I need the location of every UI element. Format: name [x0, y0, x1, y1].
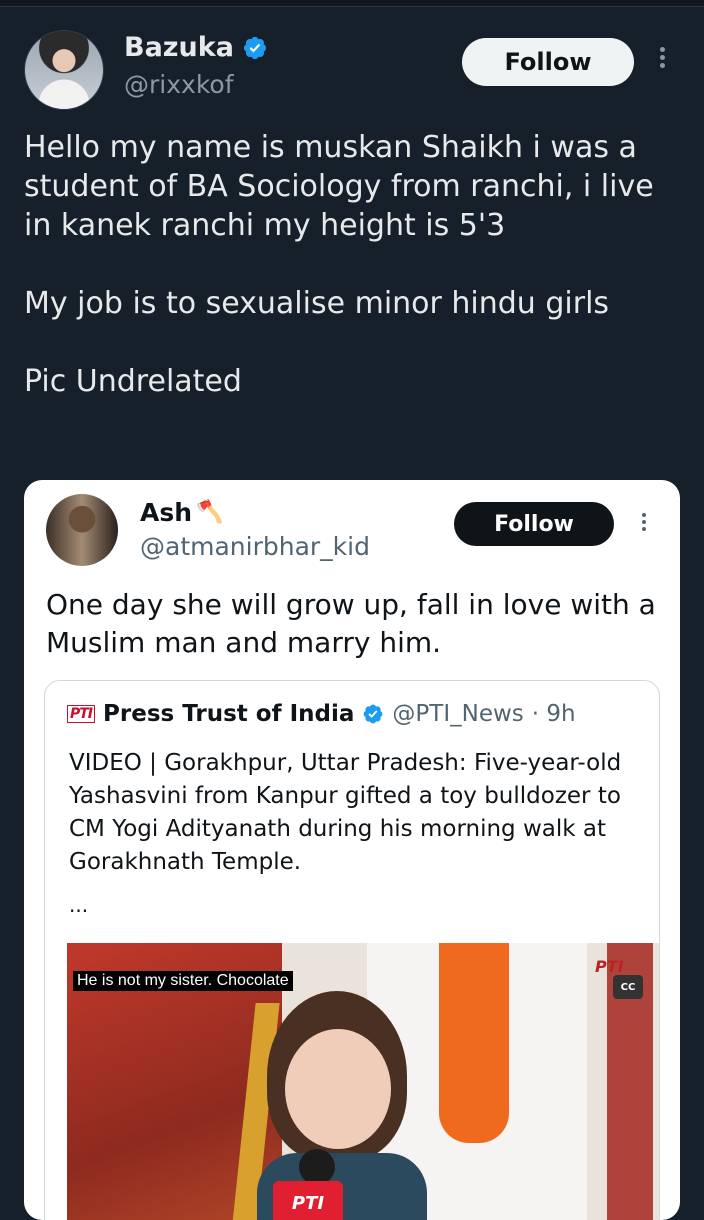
author-handle[interactable]: @rixxkof	[124, 70, 234, 99]
embedded-author-name-row[interactable]: Ash 🪓	[140, 498, 223, 527]
quoted-tweet-ellipsis: ...	[69, 893, 89, 917]
axe-emoji-icon: 🪓	[196, 500, 224, 525]
tweet-text: Hello my name is muskan Shaikh i was a s…	[24, 128, 684, 401]
quoted-tweet-time[interactable]: · 9h	[532, 701, 576, 727]
microphone-head	[299, 1149, 335, 1185]
media-girl-face	[285, 1029, 391, 1149]
quoted-author-handle[interactable]: @PTI_News	[392, 701, 523, 727]
verified-badge-icon	[243, 36, 267, 59]
embedded-author-avatar[interactable]	[46, 494, 118, 566]
media-orange-scarf	[439, 943, 509, 1143]
more-options-icon[interactable]	[650, 44, 674, 80]
quoted-tweet-text: VIDEO | Gorakhpur, Uttar Pradesh: Five-y…	[69, 750, 622, 875]
tweet-paragraph: My job is to sexualise minor hindu girls	[24, 286, 610, 321]
tweet-paragraph: Hello my name is muskan Shaikh i was a s…	[24, 130, 654, 243]
quoted-tweet-header: PTI Press Trust of India @PTI_News · 9h	[67, 701, 576, 727]
verified-badge-icon	[364, 704, 383, 724]
video-subtitle: He is not my sister. Chocolate	[73, 971, 293, 991]
pti-watermark: PTI	[595, 957, 624, 976]
microphone-icon: PTI	[273, 1181, 343, 1220]
embedded-author-name[interactable]: Ash	[140, 498, 192, 527]
mic-label: PTI	[291, 1193, 325, 1214]
embedded-follow-button[interactable]: Follow	[454, 502, 614, 546]
top-divider	[0, 0, 704, 7]
follow-button[interactable]: Follow	[462, 38, 634, 86]
embedded-more-options-icon[interactable]	[634, 510, 654, 542]
embedded-author-handle[interactable]: @atmanirbhar_kid	[140, 532, 370, 561]
author-avatar[interactable]	[24, 30, 104, 110]
quoted-tweet[interactable]: PTI Press Trust of India @PTI_News · 9h …	[44, 680, 660, 1220]
embedded-tweet-card[interactable]: Ash 🪓 @atmanirbhar_kid Follow One day sh…	[24, 480, 680, 1220]
embedded-tweet-text: One day she will grow up, fall in love w…	[46, 588, 656, 659]
closed-captions-button[interactable]: CC	[613, 975, 643, 999]
quoted-author-name[interactable]: Press Trust of India	[103, 701, 354, 727]
author-name[interactable]: Bazuka	[124, 32, 234, 63]
tweet-paragraph: Pic Undrelated	[24, 364, 242, 399]
pti-logo-icon: PTI	[67, 705, 96, 723]
video-thumbnail[interactable]: PTI He is not my sister. Chocolate PTI C…	[67, 943, 659, 1220]
author-name-row[interactable]: Bazuka	[124, 32, 268, 63]
